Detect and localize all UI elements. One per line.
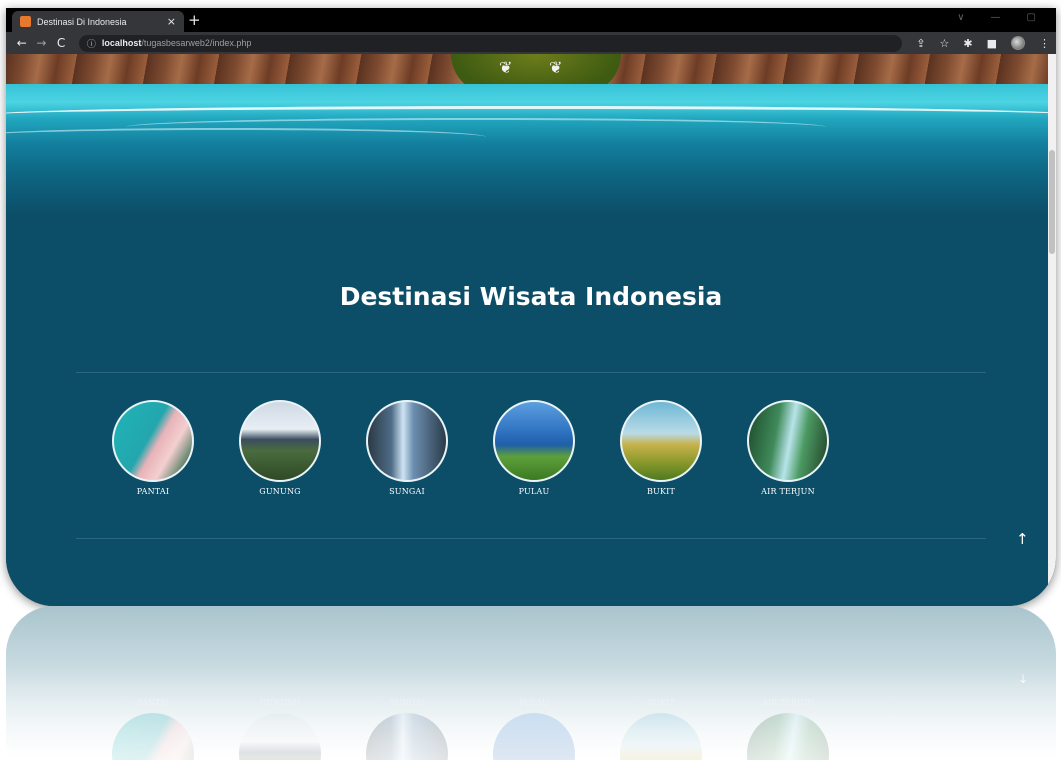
bottom-divider xyxy=(76,538,986,539)
url-host: localhost xyxy=(101,38,142,48)
side-panel-icon[interactable]: ■ xyxy=(987,37,997,50)
tab-destinasi[interactable]: Destinasi Di Indonesia × xyxy=(12,11,184,32)
section-title: Destinasi Wisata Indonesia xyxy=(339,282,723,311)
wave-line xyxy=(6,128,486,146)
beach-photo[interactable] xyxy=(112,400,194,482)
island-photo[interactable] xyxy=(493,400,575,482)
category-label: AIR TERJUN xyxy=(761,487,815,496)
leaf-icon: ❦ xyxy=(549,58,563,77)
bookmark-star-icon[interactable]: ☆ xyxy=(940,37,950,50)
arrow-up-icon[interactable]: ↑ xyxy=(1016,530,1029,548)
favicon-icon xyxy=(20,16,31,27)
hill-photo[interactable] xyxy=(620,400,702,482)
category-label: SUNGAI xyxy=(389,487,425,496)
browser-window: Destinasi Di Indonesia × + ∨ — ▢ ← → C ⓘ… xyxy=(6,8,1056,606)
address-bar[interactable]: ⓘ localhost/tugasbesarweb2/index.php xyxy=(78,34,903,52)
waterfall-photo[interactable] xyxy=(747,400,829,482)
back-arrow-icon[interactable]: ← xyxy=(12,36,32,50)
top-divider xyxy=(76,372,986,373)
leaf-icon: ❦ xyxy=(499,58,513,77)
category-sungai[interactable]: SUNGAI xyxy=(366,400,448,496)
share-icon[interactable]: ⇪ xyxy=(916,37,925,50)
category-gunung[interactable]: GUNUNG xyxy=(239,400,321,496)
category-bukit[interactable]: BUKIT xyxy=(620,400,702,496)
minimize-icon[interactable]: — xyxy=(991,12,1001,23)
browser-toolbar: ← → C ⓘ localhost/tugasbesarweb2/index.p… xyxy=(6,32,1056,54)
reflection-fade xyxy=(6,606,1056,760)
category-row: PANTAI GUNUNG SUNGAI PULAU BUKIT AIR TER… xyxy=(112,400,829,496)
category-air-terjun[interactable]: AIR TERJUN xyxy=(747,400,829,496)
extensions-puzzle-icon[interactable]: ✱ xyxy=(963,37,972,50)
site-info-icon[interactable]: ⓘ xyxy=(87,37,96,50)
window-reflection: PANTAI GUNUNG SUNGAI PULAU BUKIT AIR TER… xyxy=(6,606,1056,760)
tab-bar: Destinasi Di Indonesia × + ∨ — ▢ xyxy=(6,8,1056,32)
page-scrollbar[interactable] xyxy=(1048,54,1056,606)
category-label: PULAU xyxy=(518,487,550,496)
window-controls: ∨ — ▢ xyxy=(957,12,1036,23)
category-label: GUNUNG xyxy=(259,487,301,496)
new-tab-icon[interactable]: + xyxy=(188,12,201,28)
maximize-icon[interactable]: ▢ xyxy=(1027,12,1036,23)
tab-title: Destinasi Di Indonesia xyxy=(37,16,127,27)
profile-avatar-icon[interactable] xyxy=(1011,36,1026,50)
tab-search-chevron-icon[interactable]: ∨ xyxy=(957,12,964,23)
river-photo[interactable] xyxy=(366,400,448,482)
page-viewport: ❦ ❦ Destinasi Wisata Indonesia PANTAI GU… xyxy=(6,54,1056,606)
screenshot-stage: Destinasi Di Indonesia × + ∨ — ▢ ← → C ⓘ… xyxy=(0,0,1061,760)
category-pantai[interactable]: PANTAI xyxy=(112,400,194,496)
url-path: /tugasbesarweb2/index.php xyxy=(141,38,252,48)
menu-kebab-icon[interactable]: ⋮ xyxy=(1039,37,1050,50)
close-tab-icon[interactable]: × xyxy=(167,15,176,28)
reload-icon[interactable]: C xyxy=(51,36,71,50)
category-pulau[interactable]: PULAU xyxy=(493,400,575,496)
toolbar-actions: ⇪ ☆ ✱ ■ ⋮ xyxy=(916,36,1050,50)
category-label: PANTAI xyxy=(136,487,170,496)
hero-water-illustration xyxy=(6,84,1056,214)
scrollbar-thumb[interactable] xyxy=(1049,150,1055,254)
category-label: BUKIT xyxy=(646,487,676,496)
mountain-photo[interactable] xyxy=(239,400,321,482)
forward-arrow-icon[interactable]: → xyxy=(32,36,52,50)
